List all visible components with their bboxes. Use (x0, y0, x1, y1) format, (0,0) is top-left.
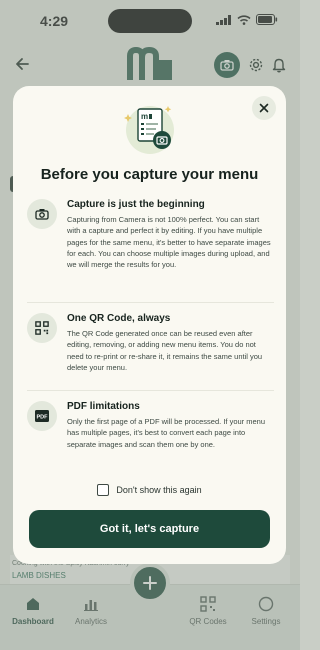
tip-title: PDF limitations (67, 401, 140, 412)
tip-text: Only the first page of a PDF will be pro… (67, 417, 266, 449)
tip-icon-container (27, 199, 57, 229)
tip-text: Capturing from Camera is not 100% perfec… (67, 215, 271, 270)
got-it-capture-button[interactable]: Got it, let's capture (29, 510, 270, 548)
close-button[interactable] (252, 96, 276, 120)
dont-show-again-checkbox[interactable] (97, 484, 110, 496)
modal-title: Before you capture your menu (40, 166, 259, 183)
svg-text:m: m (141, 112, 148, 121)
pdf-icon-text: PDF (37, 415, 49, 421)
dont-show-again-label: Don't show this again (116, 485, 202, 495)
divider (27, 302, 274, 303)
tip-icon-container (27, 313, 57, 343)
tip-title: One QR Code, always (67, 313, 171, 324)
tip-body: PDF limitations Only the first page of a… (67, 401, 274, 450)
tip-text: The QR Code generated once can be reused… (67, 329, 263, 372)
camera-icon (35, 209, 49, 220)
tip-title: Capture is just the beginning (67, 199, 205, 210)
tip-icon-container: PDF (27, 401, 57, 431)
dont-show-again-row[interactable]: Don't show this again (13, 484, 286, 496)
tip-body: Capture is just the beginning Capturing … (67, 199, 274, 270)
qr-code-icon (35, 321, 49, 335)
tip-body: One QR Code, always The QR Code generate… (67, 313, 274, 373)
pdf-icon: PDF (35, 410, 49, 422)
capture-tips-modal: m Before you capture your menu Capture i… (13, 86, 286, 564)
cta-label: Got it, let's capture (99, 523, 200, 535)
divider (27, 390, 274, 391)
menu-capture-illustration-icon: m (124, 106, 174, 154)
close-icon (259, 103, 269, 113)
